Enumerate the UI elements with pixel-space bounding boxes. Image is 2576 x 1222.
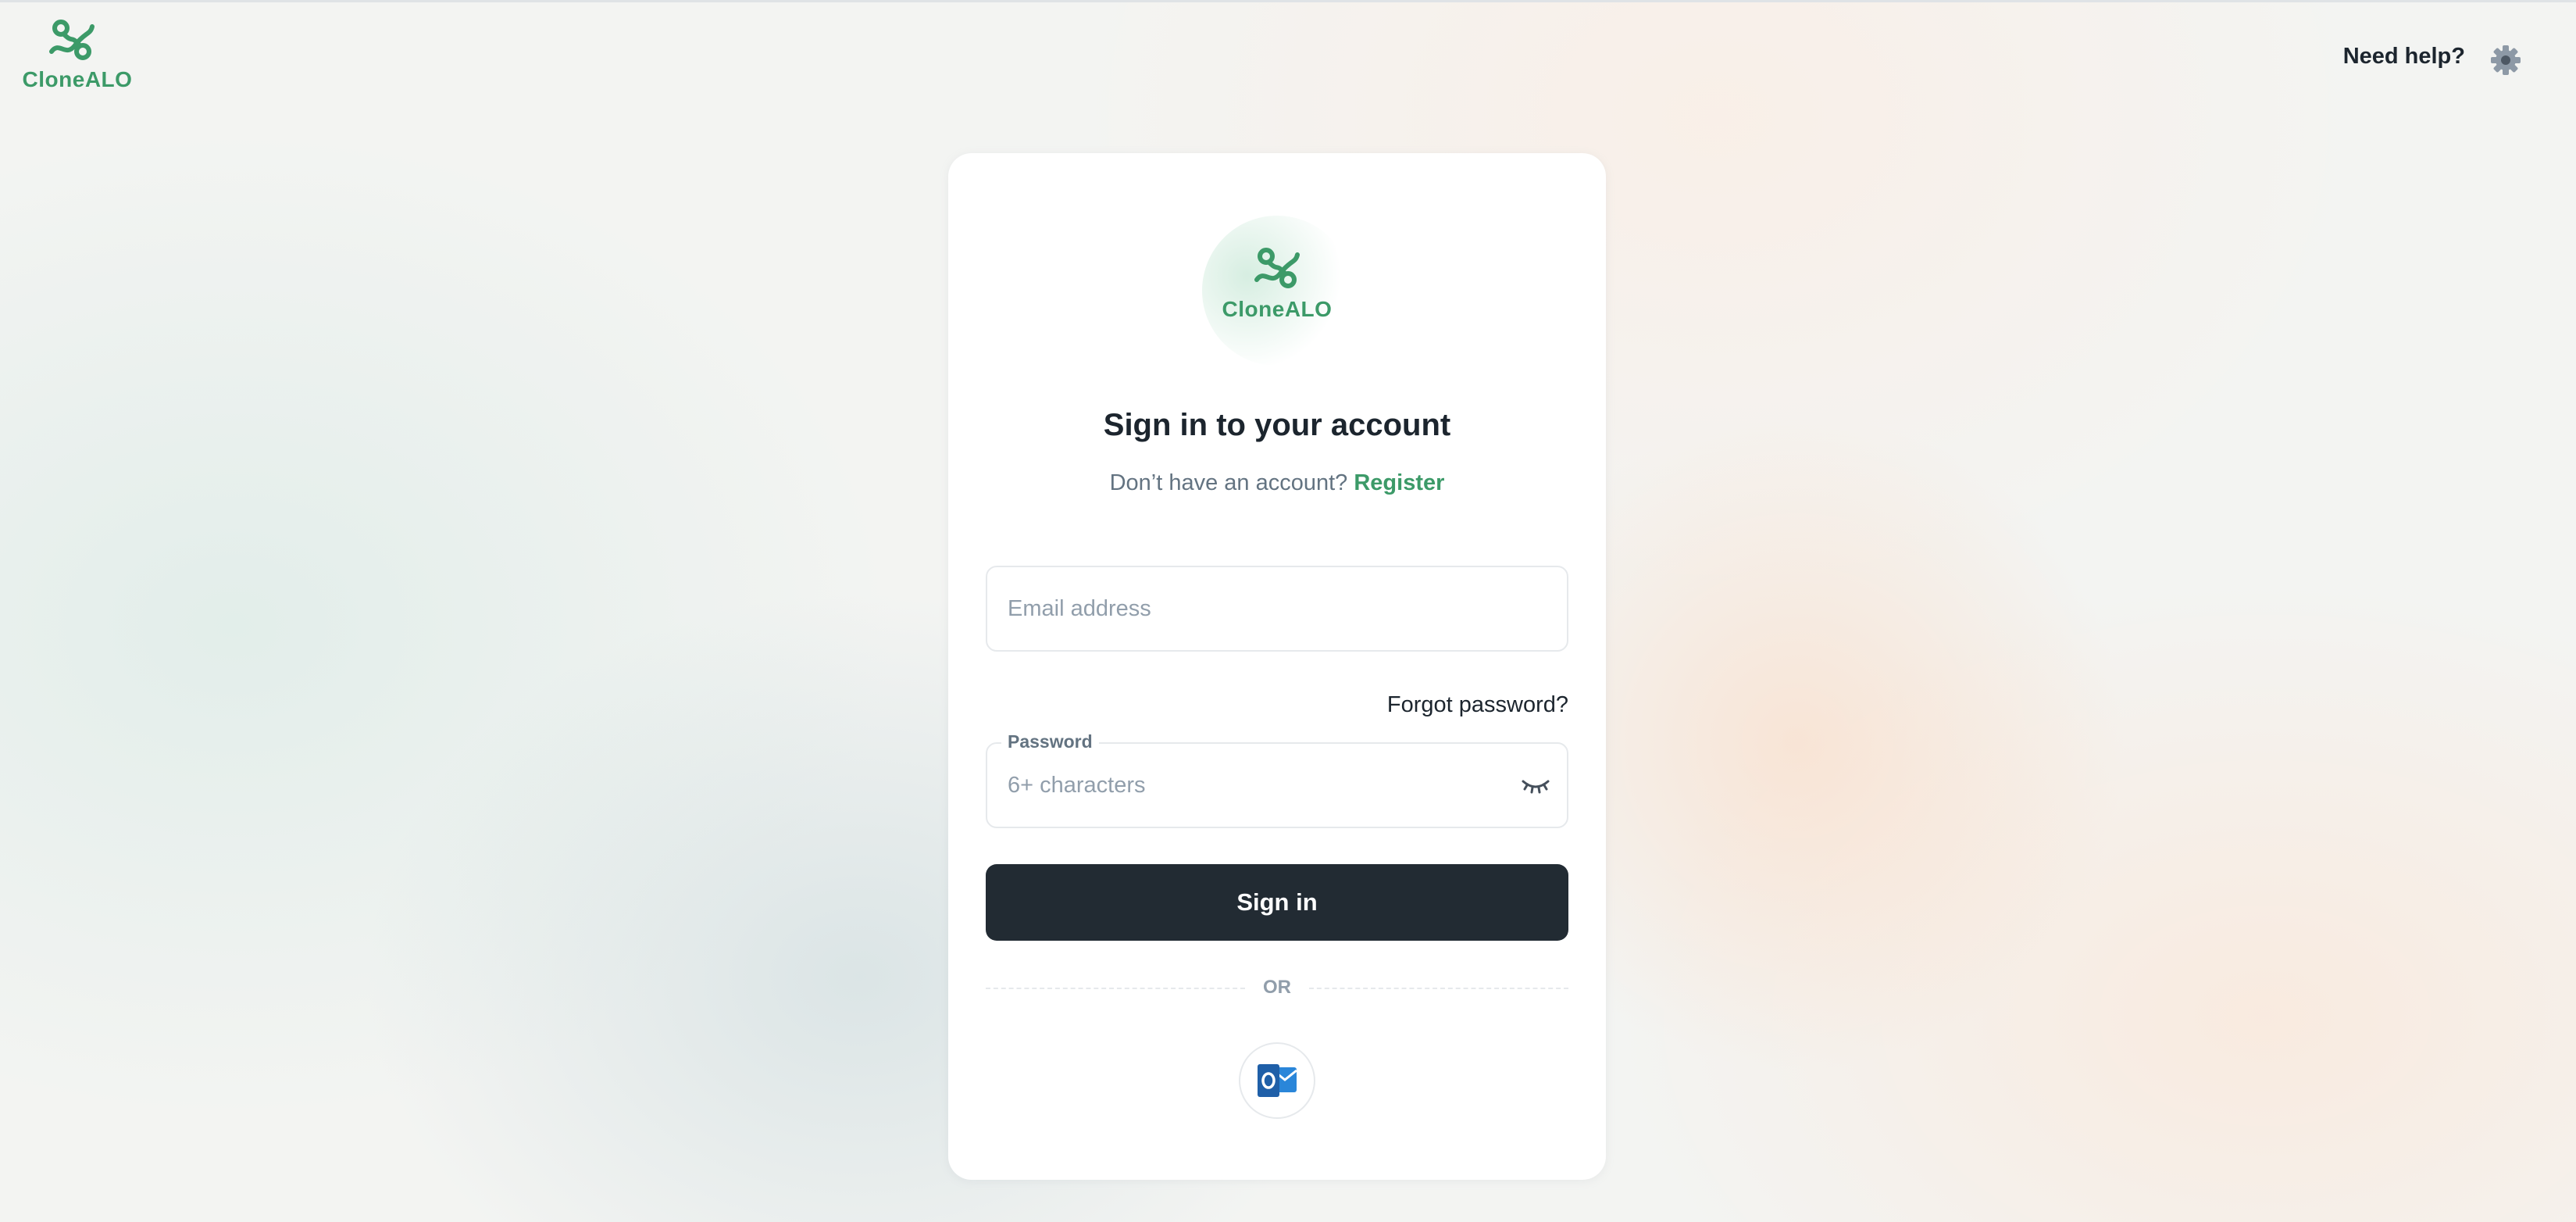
register-link[interactable]: Register bbox=[1354, 470, 1444, 495]
eye-closed-icon bbox=[1522, 780, 1550, 794]
email-input[interactable] bbox=[1008, 567, 1507, 650]
forgot-password-link[interactable]: Forgot password? bbox=[1387, 692, 1568, 718]
sign-in-button[interactable]: Sign in bbox=[986, 864, 1568, 941]
outlook-sign-in-button[interactable] bbox=[1239, 1042, 1315, 1119]
password-field[interactable]: Password bbox=[986, 731, 1568, 828]
password-input[interactable] bbox=[1008, 744, 1507, 827]
register-prompt: Don’t have an account? Register bbox=[948, 470, 1606, 496]
email-field[interactable] bbox=[986, 566, 1568, 652]
page-title: Sign in to your account bbox=[1103, 408, 1451, 442]
settings-button[interactable] bbox=[2489, 43, 2523, 77]
toggle-password-visibility[interactable] bbox=[1518, 772, 1553, 800]
divider-line-right bbox=[1309, 988, 1568, 989]
need-help-link[interactable]: Need help? bbox=[2343, 44, 2465, 70]
sign-in-card: CloneALO Sign in to your account Don’t h… bbox=[948, 153, 1606, 1180]
clonealo-logo-icon bbox=[1254, 248, 1300, 288]
register-prompt-text: Don’t have an account? bbox=[1109, 470, 1348, 495]
card-logo: CloneALO bbox=[1202, 216, 1352, 366]
outlook-icon bbox=[1258, 1064, 1297, 1097]
gear-icon bbox=[2491, 45, 2521, 75]
top-border bbox=[0, 0, 2576, 2]
or-divider: OR bbox=[986, 977, 1568, 1000]
card-brand-name: CloneALO bbox=[1222, 297, 1333, 321]
brand-name: CloneALO bbox=[22, 67, 133, 91]
header-logo[interactable]: CloneALO bbox=[22, 17, 133, 95]
clonealo-logo-icon bbox=[49, 20, 95, 60]
